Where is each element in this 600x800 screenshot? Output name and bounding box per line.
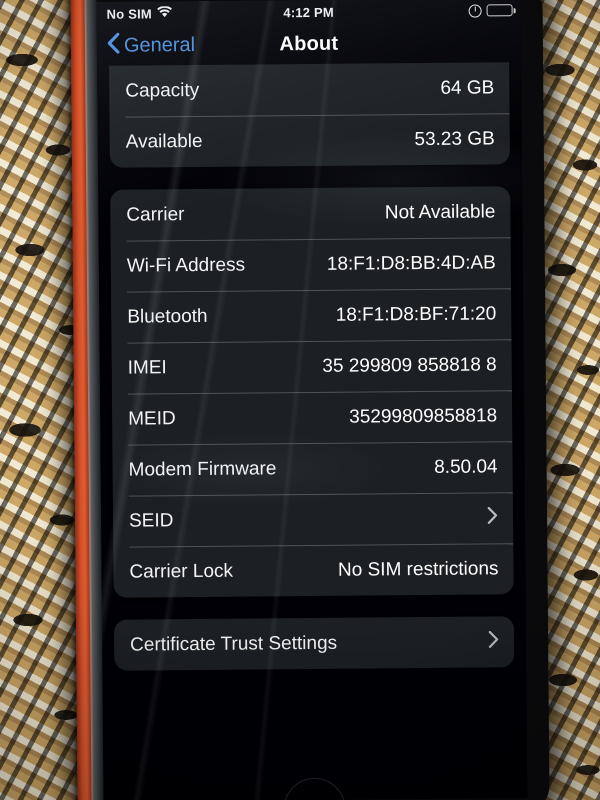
row-value: 8.50.04 bbox=[434, 455, 498, 478]
row-label: Available bbox=[125, 130, 203, 153]
row-value: 53.23 GB bbox=[414, 127, 495, 150]
status-bar-right bbox=[468, 3, 513, 18]
settings-row-certificate-trust-settings[interactable]: Certificate Trust Settings bbox=[114, 616, 514, 670]
row-value: 35 299809 858818 8 bbox=[322, 353, 497, 377]
row-label: Wi-Fi Address bbox=[126, 254, 246, 277]
table-row[interactable]: Carrier Lock No SIM restrictions bbox=[113, 543, 513, 597]
chevron-right-icon bbox=[488, 630, 499, 653]
photo-background: No SIM 4:12 PM General About Capacity 64… bbox=[0, 0, 600, 800]
table-row[interactable]: Modem Firmware 8.50.04 bbox=[112, 441, 512, 495]
row-value: 64 GB bbox=[440, 76, 495, 99]
row-label: Certificate Trust Settings bbox=[130, 632, 338, 656]
certificates-group: Certificate Trust Settings bbox=[113, 616, 515, 671]
row-value: Not Available bbox=[384, 200, 496, 223]
network-group: Carrier Not Available Wi-Fi Address 18:F… bbox=[110, 186, 514, 598]
table-row[interactable]: Carrier Not Available bbox=[110, 186, 510, 240]
row-value: No SIM restrictions bbox=[337, 557, 499, 581]
phone-screen: No SIM 4:12 PM General About Capacity 64… bbox=[96, 0, 528, 800]
row-label: SEID bbox=[128, 509, 174, 532]
row-label: IMEI bbox=[127, 356, 167, 379]
row-label: Modem Firmware bbox=[128, 457, 277, 481]
chevron-right-icon bbox=[487, 506, 498, 529]
table-row[interactable]: IMEI 35 299809 858818 8 bbox=[111, 339, 511, 393]
row-value: 18:F1:D8:BF:71:20 bbox=[335, 302, 497, 326]
table-row[interactable]: Available 53.23 GB bbox=[110, 113, 510, 167]
table-row[interactable]: Bluetooth 18:F1:D8:BF:71:20 bbox=[111, 288, 511, 342]
row-label: MEID bbox=[128, 407, 176, 430]
storage-group: Capacity 64 GB Available 53.23 GB bbox=[109, 62, 510, 168]
row-label: Capacity bbox=[125, 79, 200, 102]
battery-low-icon bbox=[486, 4, 513, 17]
settings-row-seid[interactable]: SEID bbox=[113, 492, 513, 546]
navigation-bar: General About bbox=[97, 22, 521, 66]
settings-list: Capacity 64 GB Available 53.23 GB Carrie… bbox=[97, 62, 526, 671]
page-title: About bbox=[279, 32, 339, 55]
table-row[interactable]: Capacity 64 GB bbox=[109, 62, 509, 116]
row-label: Bluetooth bbox=[127, 305, 208, 328]
row-value: 18:F1:D8:BB:4D:AB bbox=[326, 251, 496, 275]
row-label: Carrier bbox=[126, 203, 185, 226]
table-row[interactable]: MEID 35299809858818 bbox=[112, 390, 512, 444]
rotation-lock-icon bbox=[468, 3, 482, 18]
row-label: Carrier Lock bbox=[129, 560, 234, 583]
row-value: 35299809858818 bbox=[349, 404, 498, 428]
phone-device: No SIM 4:12 PM General About Capacity 64… bbox=[72, 0, 550, 800]
table-row[interactable]: Wi-Fi Address 18:F1:D8:BB:4D:AB bbox=[111, 237, 511, 291]
